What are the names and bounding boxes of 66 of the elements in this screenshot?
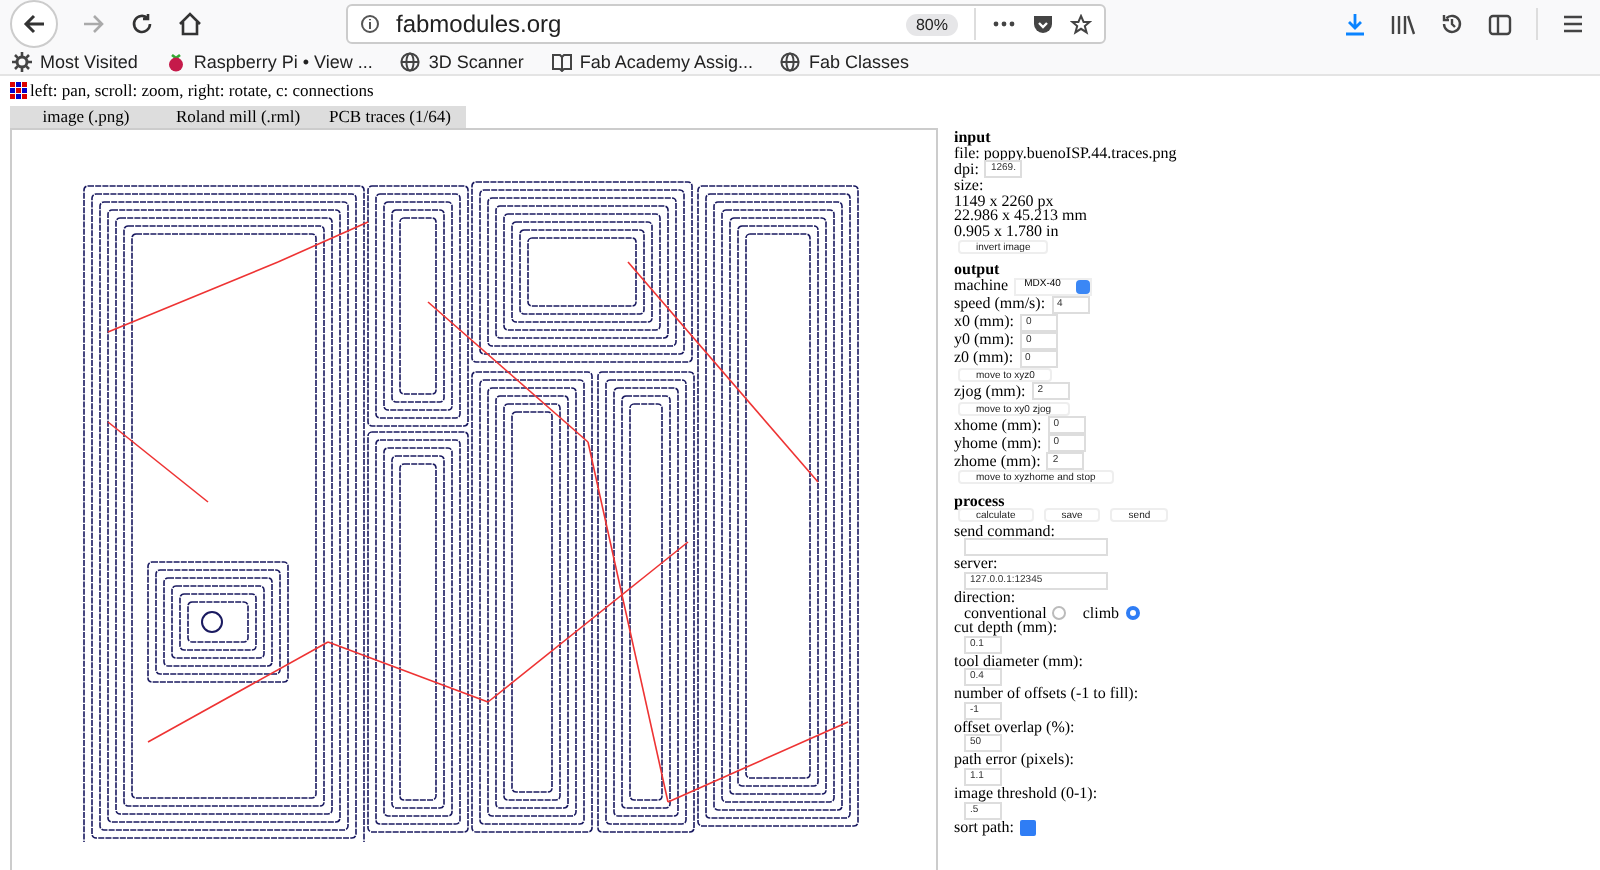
globe-icon (400, 51, 421, 71)
bookmark-link[interactable]: Most Visited (12, 51, 138, 71)
section-title: output (954, 262, 1002, 278)
address-bar[interactable]: fabmodules.org 80% (346, 4, 1106, 44)
info-text: file: poppy.buenoISP.44.traces.png (954, 145, 1177, 161)
field-label: offset overlap (%): (954, 719, 1075, 735)
bookmark-link[interactable]: Raspberry Pi • View ... (165, 51, 373, 71)
info-text: 1149 x 2260 px (954, 193, 1054, 209)
field-label: server: (954, 556, 998, 572)
home-icon[interactable] (178, 12, 202, 36)
section-title: process (954, 493, 1005, 509)
radio-button[interactable] (1052, 605, 1067, 620)
field-label: number of offsets (-1 to fill): (954, 686, 1139, 702)
url-text: fabmodules.org (396, 10, 562, 38)
field-label: dpi: (954, 161, 979, 177)
pocket-icon[interactable] (1032, 13, 1054, 35)
info-text: 0.905 x 1.780 in (954, 223, 1059, 240)
tab[interactable]: PCB traces (1/64) (314, 106, 466, 128)
grid-icon (10, 82, 28, 100)
info-text: direction: (954, 589, 1016, 605)
globe-icon (780, 51, 801, 71)
field-label: path error (pixels): (954, 752, 1074, 769)
field-label: z0 (mm): (954, 350, 1014, 367)
info-text: size: (954, 178, 984, 194)
field-label: image threshold (0-1): (954, 786, 1098, 802)
field-label: machine (954, 278, 1009, 295)
gear-icon (12, 51, 32, 71)
tab[interactable]: Roland mill (.rml) (162, 106, 314, 128)
field-label: send command: (954, 523, 1055, 539)
field-label: xhome (mm): (954, 417, 1042, 433)
field-label: sort path: (954, 819, 1014, 835)
radio-button[interactable] (1125, 605, 1140, 620)
field-label: cut depth (mm): (954, 620, 1058, 636)
tab[interactable]: image (.png) (10, 106, 162, 128)
book-icon (551, 51, 572, 71)
field-label: yhome (mm): (954, 435, 1042, 451)
bookmark-link[interactable]: Fab Classes (780, 51, 909, 71)
sidebar-icon[interactable] (1488, 13, 1512, 35)
reload-icon[interactable] (130, 12, 154, 36)
field-label: zhome (mm): (954, 453, 1041, 469)
bookmark-link[interactable]: Fab Academy Assig... (551, 51, 753, 71)
zoom-level-button[interactable]: 80% (905, 13, 958, 35)
dropdown-arrow-icon[interactable] (1076, 279, 1091, 294)
download-icon[interactable] (1344, 12, 1366, 36)
radio-label: climb (1082, 605, 1120, 621)
checkbox[interactable] (1020, 819, 1036, 836)
raspberry-icon (165, 51, 186, 71)
info-text: 22.986 x 45.213 mm (954, 208, 1087, 224)
input-field[interactable] (964, 538, 1108, 557)
star-icon[interactable] (1070, 13, 1092, 35)
back-button[interactable] (10, 0, 58, 48)
library-icon[interactable] (1390, 13, 1416, 35)
radio-label: conventional (964, 605, 1047, 621)
field-label: x0 (mm): (954, 314, 1014, 331)
history-icon[interactable] (1440, 12, 1464, 36)
menu-icon[interactable] (1562, 14, 1584, 34)
hint-text: left: pan, scroll: zoom, right: rotate, c: connections (30, 82, 374, 100)
field-label: speed (mm/s): (954, 296, 1046, 313)
field-label: zjog (mm): (954, 384, 1026, 400)
field-label: tool diameter (mm): (954, 653, 1083, 669)
section-title: input (954, 130, 993, 146)
bookmark-link[interactable]: 3D Scanner (400, 51, 524, 71)
field-label: y0 (mm): (954, 332, 1014, 349)
back-arrow-icon (20, 10, 48, 38)
info-icon[interactable] (360, 14, 380, 34)
more-icon[interactable] (992, 20, 1016, 28)
